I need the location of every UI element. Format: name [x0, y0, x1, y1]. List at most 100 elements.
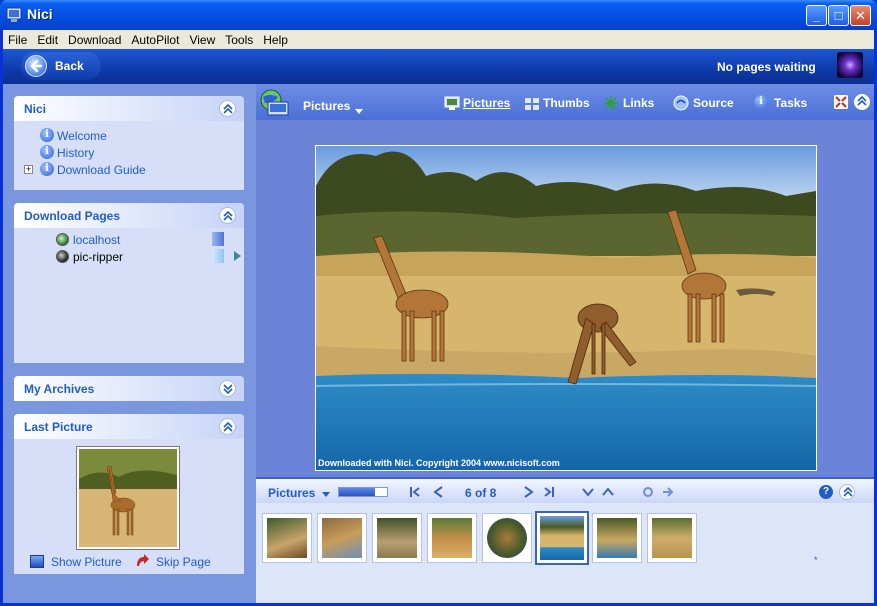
section-title[interactable]: Pictures [303, 99, 350, 113]
tab-source[interactable]: Source [693, 96, 734, 110]
app-icon [6, 7, 22, 22]
item-label: Welcome [57, 129, 107, 143]
menu-edit[interactable]: Edit [32, 30, 63, 47]
download-pages-header[interactable]: Download Pages [14, 203, 244, 228]
rotate-icon[interactable] [642, 486, 654, 498]
menu-bar: File Edit Download AutoPilot View Tools Help [3, 30, 874, 49]
maximize-button[interactable]: □ [828, 5, 849, 26]
back-arrow-icon [25, 55, 47, 77]
nici-group-header[interactable]: Nici [14, 96, 244, 121]
window-title: Nici [27, 6, 53, 22]
main-picture[interactable]: Downloaded with Nici. Copyright 2004 www… [315, 145, 817, 471]
strip-toolbar: Pictures 6 of 8 ? [256, 477, 874, 503]
dropdown-arrow-icon[interactable] [355, 109, 363, 114]
last-picture-header[interactable]: Last Picture [14, 414, 244, 439]
minimize-button[interactable]: _ [806, 5, 827, 26]
menu-file[interactable]: File [3, 30, 32, 47]
collapse-strip-icon[interactable] [839, 484, 855, 500]
my-archives-title: My Archives [24, 382, 95, 396]
nici-group: Nici i Welcome i History + i Download Gu… [14, 96, 244, 190]
title-bar: Nici _ □ ✕ [0, 0, 877, 30]
last-picture-thumbnail[interactable] [76, 446, 180, 550]
play-arrow-icon[interactable] [234, 251, 241, 261]
forward-icon[interactable] [662, 486, 674, 498]
download-progress-bar [338, 487, 388, 497]
content-pane: Pictures Pictures Thumbs Links Source i … [256, 84, 874, 603]
help-icon[interactable]: ? [819, 485, 833, 499]
thumbnail-4[interactable] [427, 513, 477, 563]
thumbnail-7[interactable] [592, 513, 642, 563]
dropdown-arrow-icon[interactable] [322, 492, 330, 497]
download-pages-title: Download Pages [24, 209, 121, 223]
progress-block-icon [212, 232, 224, 246]
thumbnail-8[interactable] [647, 513, 697, 563]
my-archives-group: My Archives [14, 376, 244, 401]
task-pane: Nici i Welcome i History + i Download Gu… [3, 84, 256, 603]
thumbnail-strip: Pictures 6 of 8 ? * [256, 477, 874, 603]
menu-view[interactable]: View [184, 30, 220, 47]
scroll-up-icon[interactable] [602, 486, 614, 498]
first-picture-icon[interactable] [409, 486, 421, 498]
pictures-tab-icon [444, 96, 460, 110]
page-item-pic-ripper[interactable]: pic-ripper [14, 248, 244, 265]
menu-download[interactable]: Download [63, 30, 126, 47]
expand-chevron-icon[interactable] [219, 380, 236, 397]
download-pages-group: Download Pages localhost pic-ripper [14, 203, 244, 363]
menu-autopilot[interactable]: AutoPilot [126, 30, 184, 47]
collapse-chevron-icon[interactable] [219, 100, 236, 117]
tab-thumbs[interactable]: Thumbs [543, 96, 590, 110]
collapse-chevron-icon[interactable] [219, 207, 236, 224]
progress-fill [339, 488, 375, 496]
nici-item-welcome[interactable]: i Welcome [14, 127, 244, 144]
picture-counter: 6 of 8 [465, 486, 497, 500]
menu-tools[interactable]: Tools [220, 30, 258, 47]
skip-arrow-icon[interactable] [134, 554, 150, 568]
strip-title[interactable]: Pictures [268, 486, 315, 500]
close-button[interactable]: ✕ [850, 5, 871, 26]
last-picture-icon[interactable] [543, 486, 555, 498]
app-window: Nici _ □ ✕ File Edit Download AutoPilot View… [0, 0, 877, 606]
last-picture-group: Last Picture Show Picture Skip Page [14, 414, 244, 574]
fullscreen-icon[interactable] [834, 95, 848, 109]
nici-item-history[interactable]: i History [14, 144, 244, 161]
thumbnail-list: * [256, 503, 874, 603]
next-picture-icon[interactable] [523, 486, 535, 498]
selected-marker: * [814, 555, 818, 565]
last-picture-title: Last Picture [24, 420, 93, 434]
tab-tasks[interactable]: Tasks [774, 96, 807, 110]
expand-plus-icon[interactable]: + [24, 165, 33, 174]
scroll-down-icon[interactable] [582, 486, 594, 498]
menu-help[interactable]: Help [258, 30, 293, 47]
progress-block-icon [212, 249, 224, 263]
back-label: Back [55, 59, 84, 73]
web-page-icon [56, 233, 69, 246]
thumbnail-3[interactable] [372, 513, 422, 563]
page-item-localhost[interactable]: localhost [14, 231, 244, 248]
skip-page-link[interactable]: Skip Page [156, 555, 211, 569]
tasks-info-icon: i [754, 95, 768, 109]
item-label: pic-ripper [73, 250, 124, 264]
info-icon: i [40, 145, 54, 159]
thumbnail-5[interactable] [482, 513, 532, 563]
thumbnail-6-selected[interactable] [535, 511, 589, 565]
navigation-bar: Back No pages waiting [3, 49, 874, 84]
item-label: History [57, 146, 95, 160]
picture-caption: Downloaded with Nici. Copyright 2004 www… [318, 458, 560, 468]
my-archives-header[interactable]: My Archives [14, 376, 244, 401]
show-picture-link[interactable]: Show Picture [51, 555, 122, 569]
collapse-toolbar-icon[interactable] [854, 94, 870, 110]
view-toolbar: Pictures Pictures Thumbs Links Source i … [256, 84, 874, 120]
back-button[interactable]: Back [21, 52, 101, 80]
tab-links[interactable]: Links [623, 96, 654, 110]
links-tab-icon [604, 96, 618, 110]
previous-picture-icon[interactable] [432, 486, 444, 498]
source-tab-icon [673, 95, 689, 111]
thumbnail-1[interactable] [262, 513, 312, 563]
info-icon: i [40, 128, 54, 142]
tab-pictures[interactable]: Pictures [463, 96, 510, 110]
thumbnail-2[interactable] [317, 513, 367, 563]
collapse-chevron-icon[interactable] [219, 418, 236, 435]
nici-item-download-guide[interactable]: + i Download Guide [14, 161, 244, 178]
monitor-icon[interactable] [30, 555, 44, 568]
nici-group-title: Nici [24, 102, 47, 116]
